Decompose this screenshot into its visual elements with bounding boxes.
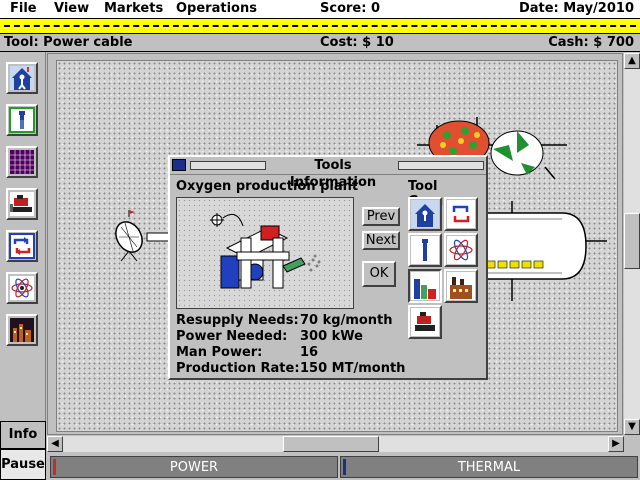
system-menu-icon[interactable]	[172, 159, 186, 171]
resupply-needs-label: Resupply Needs:	[176, 313, 299, 328]
habitat-tool-button[interactable]	[6, 62, 38, 94]
status-line: Tool: Power cable Cost: $ 10 Cash: $ 700	[0, 34, 640, 52]
horizontal-scrollbar[interactable]: ◀ ▶	[47, 436, 624, 452]
group-probe-button[interactable]	[408, 233, 442, 267]
pause-button[interactable]: Pause	[0, 449, 46, 480]
news-ticker	[0, 18, 640, 34]
group-reactor-button[interactable]	[444, 233, 478, 267]
group-bulldozer-button[interactable]	[408, 305, 442, 339]
bulldozer-icon	[411, 308, 439, 336]
factory-icon	[447, 272, 475, 300]
factory-tool-button[interactable]	[6, 314, 38, 346]
bulldozer-icon	[10, 192, 34, 216]
tool-name: Oxygen production plant	[176, 179, 359, 194]
scroll-left-button[interactable]: ◀	[47, 436, 63, 452]
oxygen-plant-icon	[210, 213, 321, 289]
resupply-needs-value: 70 kg/month	[300, 313, 393, 328]
reactor-tool-button[interactable]	[6, 272, 38, 304]
info-button[interactable]: Info	[0, 421, 46, 449]
probe-icon	[411, 236, 439, 264]
probe-tool-button[interactable]	[6, 104, 38, 136]
thermal-meter-label: THERMAL	[457, 460, 521, 475]
current-tool: Tool: Power cable	[4, 35, 133, 50]
thermal-meter: THERMAL	[340, 456, 638, 478]
tool-preview	[176, 197, 354, 309]
habitat-icon	[10, 66, 34, 90]
greenhouse-tool-button[interactable]	[6, 146, 38, 178]
man-power-value: 16	[300, 345, 319, 360]
dialog-title-bar[interactable]: Tools Information	[170, 157, 486, 190]
power-needed-value: 300 kWe	[300, 329, 364, 344]
tools-information-dialog: Tools Information Oxygen production plan…	[168, 155, 488, 380]
date-display: Date: May/2010	[518, 1, 634, 16]
recycle-icon	[447, 200, 475, 228]
man-power-label: Man Power:	[176, 345, 263, 360]
menu-bar: File View Markets Operations Score: 0 Da…	[0, 0, 640, 18]
scroll-down-button[interactable]: ▼	[624, 419, 640, 435]
reactor-icon	[447, 236, 475, 264]
prev-button[interactable]: Prev	[362, 207, 400, 226]
score-display: Score: 0	[320, 1, 380, 16]
title-bar-decoration	[398, 161, 484, 170]
bulldozer-tool-button[interactable]	[6, 188, 38, 220]
probe-icon	[9, 107, 35, 133]
tool-cost: Cost: $ 10	[320, 35, 394, 50]
group-habitat-button[interactable]	[408, 197, 442, 231]
power-needed-label: Power Needed:	[176, 329, 288, 344]
recycle-tool-button[interactable]	[6, 230, 38, 262]
group-factory-button[interactable]	[444, 269, 478, 303]
horizontal-scroll-thumb[interactable]	[283, 436, 379, 452]
habitat-icon	[411, 200, 439, 228]
reactor-icon	[10, 276, 34, 300]
menu-operations[interactable]: Operations	[176, 0, 257, 18]
group-recycle-button[interactable]	[444, 197, 478, 231]
next-button[interactable]: Next	[362, 231, 400, 250]
power-level-mark	[53, 459, 56, 475]
production-rate-label: Production Rate:	[176, 361, 300, 376]
thermal-level-mark	[343, 459, 346, 475]
greenhouse-icon	[10, 150, 34, 174]
menu-view[interactable]: View	[54, 0, 89, 18]
production-rate-value: 150 MT/month	[300, 361, 406, 376]
vertical-scrollbar[interactable]: ▲ ▼	[624, 53, 640, 435]
factory-icon	[10, 318, 34, 342]
satellite-dish-icon[interactable]	[107, 207, 177, 269]
tool-palette	[0, 52, 46, 422]
power-meter: POWER	[50, 456, 338, 478]
power-meter-label: POWER	[169, 460, 219, 475]
ok-button[interactable]: OK	[362, 261, 396, 287]
recycle-icon	[9, 233, 35, 259]
menu-file[interactable]: File	[10, 0, 37, 18]
greenhouse-icon	[411, 272, 439, 300]
scroll-right-button[interactable]: ▶	[608, 436, 624, 452]
group-greenhouse-button[interactable]	[408, 269, 442, 303]
scroll-up-button[interactable]: ▲	[624, 53, 640, 69]
vertical-scroll-thumb[interactable]	[624, 213, 640, 269]
title-bar-decoration	[190, 161, 266, 170]
menu-markets[interactable]: Markets	[104, 0, 163, 18]
cash-balance: Cash: $ 700	[548, 35, 634, 50]
habitat-module-icon[interactable]	[482, 201, 607, 301]
